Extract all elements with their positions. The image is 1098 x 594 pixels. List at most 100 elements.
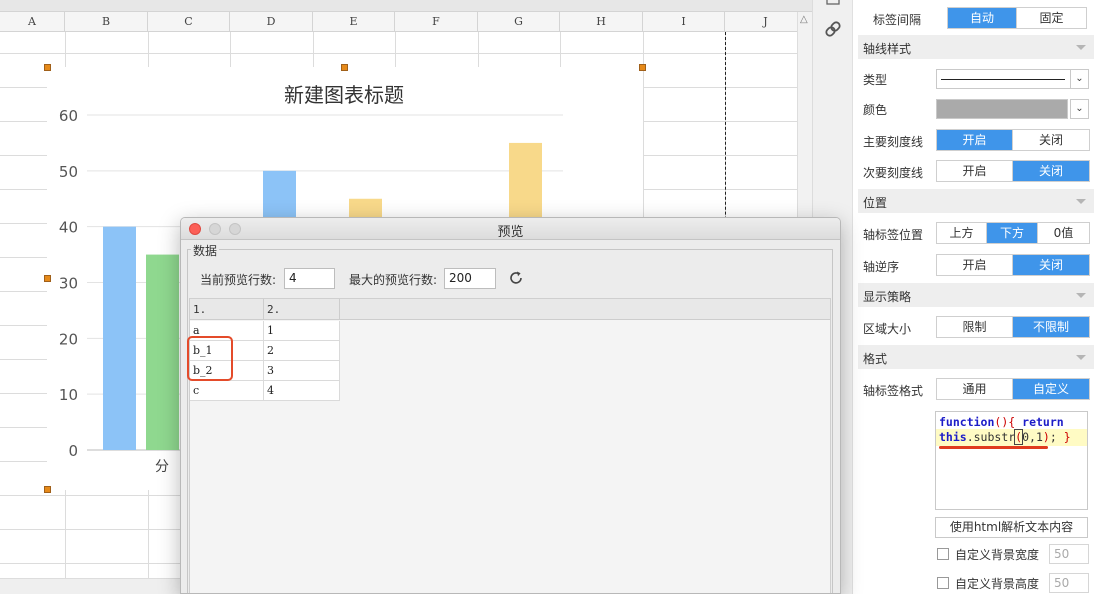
chevron-down-icon [1076, 45, 1086, 50]
chart-resize-handle-ml[interactable] [44, 275, 51, 282]
chart-y-tick-label: 30 [59, 275, 78, 293]
label-position-toggle: 上方 下方 0值 [936, 222, 1090, 244]
label-position-top[interactable]: 上方 [937, 223, 987, 243]
custom-format-code-editor[interactable]: function(){ return this.substr(0,1); } [935, 411, 1088, 510]
position-section[interactable]: 位置 [858, 189, 1094, 213]
axis-style-section[interactable]: 轴线样式 [858, 35, 1094, 59]
chevron-down-icon [1076, 199, 1086, 204]
code-line-2: this.substr(0,1); } [936, 429, 1087, 449]
chart-title: 新建图表标题 [284, 83, 404, 107]
label-position-row: 轴标签位置 上方 下方 0值 [853, 218, 1098, 248]
major-tick-off[interactable]: 关闭 [1013, 130, 1089, 150]
col-header-f[interactable]: F [395, 12, 478, 32]
area-size-unlimited[interactable]: 不限制 [1013, 317, 1089, 337]
chart-bar[interactable] [103, 226, 136, 450]
max-rows-input[interactable]: 200 [444, 268, 496, 289]
label-interval-fixed[interactable]: 固定 [1017, 8, 1086, 28]
chart-y-tick-label: 20 [59, 330, 78, 348]
chevron-down-icon [1076, 293, 1086, 298]
bg-height-checkbox[interactable] [937, 577, 949, 589]
col-header-b[interactable]: B [65, 12, 148, 32]
label-position-bottom[interactable]: 下方 [987, 223, 1038, 243]
link-icon[interactable] [813, 0, 853, 60]
area-size-limit[interactable]: 限制 [937, 317, 1013, 337]
table-cell[interactable]: c [190, 381, 264, 401]
chart-resize-handle-tr[interactable] [639, 64, 646, 71]
chart-resize-handle-tc[interactable] [341, 64, 348, 71]
refresh-icon[interactable] [508, 270, 524, 286]
axis-style-title: 轴线样式 [863, 42, 912, 56]
table-header-col-2[interactable]: 2. ColNam... [264, 299, 340, 337]
col-header-e[interactable]: E [313, 12, 395, 32]
minor-tick-off[interactable]: 关闭 [1013, 161, 1089, 181]
chart-y-tick-labels: 60 50 40 30 20 10 0 [59, 107, 78, 460]
label-position-label: 轴标签位置 [863, 228, 924, 242]
line-sample [941, 79, 1065, 80]
minor-tick-row: 次要刻度线 开启 关闭 [853, 156, 1098, 186]
dialog-title: 预览 [497, 225, 524, 240]
display-section[interactable]: 显示策略 [858, 283, 1094, 307]
major-tick-label: 主要刻度线 [863, 135, 924, 149]
display-title: 显示策略 [863, 290, 912, 304]
label-interval-auto[interactable]: 自动 [948, 8, 1017, 28]
table-header-col-1[interactable]: 1. ColNam... [190, 299, 264, 337]
scroll-up-arrow-icon[interactable]: △ [800, 14, 808, 25]
area-size-row: 区域大小 限制 不限制 [853, 312, 1098, 342]
col-header-j[interactable]: J [725, 12, 807, 32]
table-header: 1. ColNam... 2. ColNam... [190, 299, 830, 337]
parse-html-button[interactable]: 使用html解析文本内容 [935, 517, 1088, 538]
area-size-label: 区域大小 [863, 322, 912, 336]
current-rows-input[interactable]: 4 [284, 268, 335, 289]
col-header-d[interactable]: D [230, 12, 313, 32]
col-header-i[interactable]: I [643, 12, 725, 32]
col-header-g[interactable]: G [478, 12, 560, 32]
bg-height-label: 自定义背景高度 [955, 577, 1040, 591]
bg-height-input[interactable]: 50 [1049, 573, 1089, 593]
label-format-general[interactable]: 通用 [937, 379, 1013, 399]
color-dropdown-chevron-icon[interactable]: ⌄ [1070, 99, 1089, 119]
line-type-select[interactable]: ⌄ [936, 69, 1089, 89]
chevron-down-icon[interactable]: ⌄ [1070, 70, 1088, 88]
col-header-a[interactable]: A [0, 12, 65, 32]
highlight-annotation-box [187, 336, 233, 381]
label-format-row: 轴标签格式 通用 自定义 [853, 374, 1098, 404]
color-row: 颜色 ⌄ [853, 93, 1098, 123]
bg-width-label: 自定义背景宽度 [955, 548, 1040, 562]
bg-width-input[interactable]: 50 [1049, 544, 1089, 564]
column-headers: A B C D E F G H I J [0, 12, 812, 32]
reverse-on[interactable]: 开启 [937, 255, 1013, 275]
minor-tick-on[interactable]: 开启 [937, 161, 1013, 181]
label-format-toggle: 通用 自定义 [936, 378, 1090, 400]
chart-y-tick-label: 0 [68, 442, 78, 460]
label-format-custom[interactable]: 自定义 [1013, 379, 1089, 399]
major-tick-on[interactable]: 开启 [937, 130, 1013, 150]
reverse-toggle: 开启 关闭 [936, 254, 1090, 276]
col-header-h[interactable]: H [560, 12, 643, 32]
max-rows-label: 最大的预览行数: [349, 273, 438, 287]
chart-resize-handle-tl[interactable] [44, 64, 51, 71]
chart-y-tick-label: 60 [59, 107, 78, 125]
color-label: 颜色 [863, 103, 888, 117]
table-cell[interactable]: 1 [264, 321, 340, 341]
table-cell[interactable]: 2 [264, 341, 340, 361]
table-cell[interactable]: 3 [264, 361, 340, 381]
chart-resize-handle-bl[interactable] [44, 486, 51, 493]
reverse-off[interactable]: 关闭 [1013, 255, 1089, 275]
type-label: 类型 [863, 73, 888, 87]
format-section[interactable]: 格式 [858, 345, 1094, 369]
chart-y-tick-label: 40 [59, 219, 78, 237]
reverse-row: 轴逆序 开启 关闭 [853, 250, 1098, 280]
table-cell[interactable]: 4 [264, 381, 340, 401]
bg-width-checkbox[interactable] [937, 548, 949, 560]
label-position-zero[interactable]: 0值 [1038, 223, 1089, 243]
col-header-c[interactable]: C [148, 12, 230, 32]
preview-dialog: 预览 数据 当前预览行数: 4 最大的预览行数: 200 1. ColNam..… [180, 217, 841, 594]
preview-data-table[interactable]: 1. ColNam... 2. ColNam... a 1 b_1 2 b_2 … [189, 298, 831, 593]
minor-tick-toggle: 开启 关闭 [936, 160, 1090, 182]
reverse-label: 轴逆序 [863, 260, 900, 274]
dialog-titlebar[interactable]: 预览 [181, 218, 840, 240]
axis-color-swatch[interactable] [936, 99, 1068, 119]
chart-bar[interactable] [146, 254, 179, 450]
major-tick-toggle: 开启 关闭 [936, 129, 1090, 151]
current-rows-label: 当前预览行数: [200, 273, 277, 287]
